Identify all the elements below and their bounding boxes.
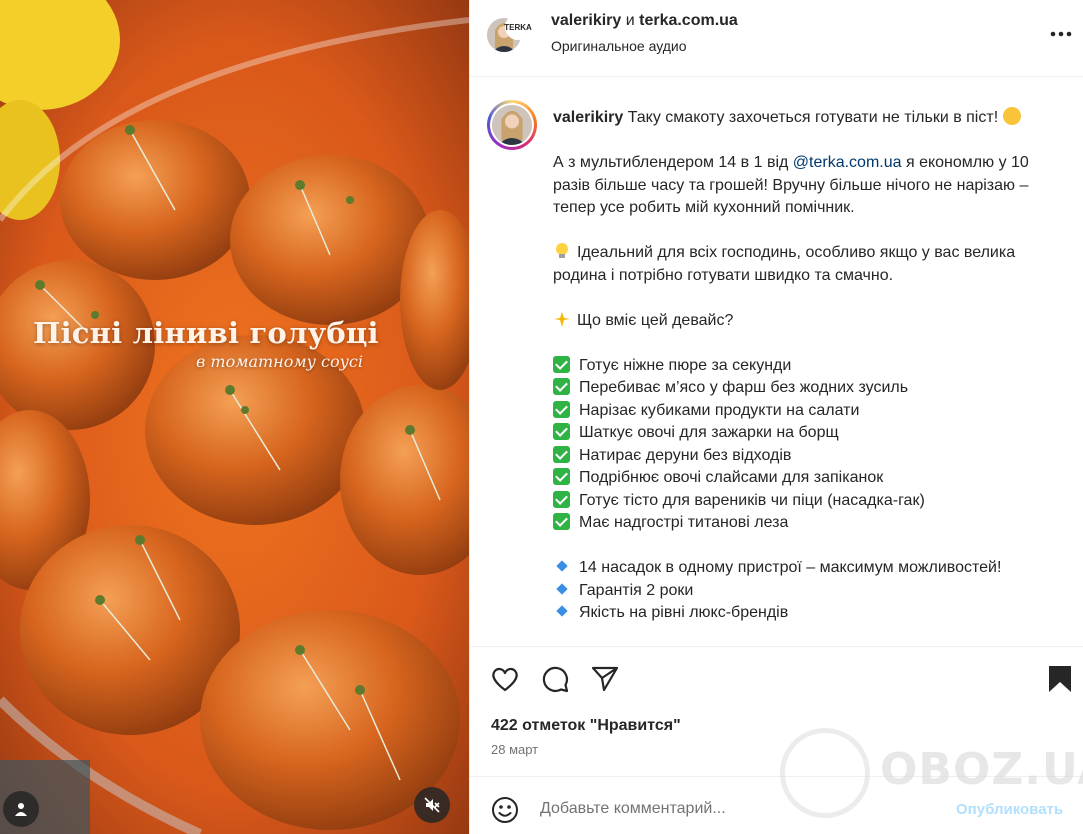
check-mark-icon (553, 355, 570, 373)
user-icon (15, 803, 27, 816)
check-list-item: Перебиває м’ясо у фарш без жодних зусиль (553, 377, 1058, 400)
caption-para2: Ідеальний для всіх господинь, особливо я… (553, 244, 1016, 284)
caption-para3: Що вміє цей девайс? (577, 311, 734, 329)
comment-button[interactable] (539, 663, 571, 695)
bookmark-icon (1049, 666, 1071, 692)
portrait-icon (492, 105, 532, 145)
caption-text: valerikiry Таку смакоту захочеться готув… (553, 107, 1058, 625)
bullet-list-item: Якість на рівні люкс-брендів (553, 602, 1058, 625)
authors-conjunction: и (621, 12, 640, 29)
check-list-item: Готує ніжне пюре за секунди (553, 355, 1058, 378)
check-list-item: Натирає деруни без відходів (553, 445, 1058, 468)
post-details-panel: TERKA valerikiry и terka.com.ua Оригинал… (469, 0, 1083, 834)
smiley-icon (492, 797, 518, 823)
caption-intro: Таку смакоту захочеться готувати не тіль… (623, 109, 1003, 126)
check-list-item: Готує тісто для вареників чи піци (насад… (553, 490, 1058, 513)
coauthor-link[interactable]: terka.com.ua (639, 12, 738, 29)
winking-face-emoji-icon (1002, 107, 1021, 125)
check-mark-icon (553, 445, 570, 463)
bullet-list-item: 14 насадок в одному пристрої – максимум … (553, 557, 1058, 580)
author-link[interactable]: valerikiry (551, 12, 621, 29)
caption-area: valerikiry Таку смакоту захочеться готув… (470, 77, 1083, 646)
check-list-item: Подрібнює овочі слайсами для запіканок (553, 467, 1058, 490)
comment-input[interactable] (540, 797, 940, 821)
coauthor-avatar[interactable]: TERKA (504, 14, 532, 40)
lightbulb-emoji-icon (553, 242, 571, 260)
share-button[interactable] (589, 663, 621, 695)
check-mark-icon (553, 423, 570, 440)
check-mark-icon (553, 513, 570, 530)
check-mark-icon (553, 490, 570, 508)
check-list-item: Нарізає кубиками продукти на салати (553, 400, 1058, 423)
blue-diamond-icon (556, 560, 568, 572)
emoji-picker-button[interactable] (490, 795, 520, 825)
overlay-title: Пісні ліниві голубці (33, 316, 379, 350)
tagged-users-button[interactable] (3, 791, 39, 827)
post-date[interactable]: 28 март (491, 742, 538, 757)
bullet-list-item: Гарантія 2 роки (553, 580, 1058, 603)
speech-bubble-icon (542, 666, 569, 693)
more-options-button[interactable] (1048, 22, 1074, 46)
mention-link[interactable]: @terka.com.ua (793, 154, 902, 171)
save-button[interactable] (1044, 663, 1076, 695)
post-actions: 422 отметок "Нравится" 28 март (470, 646, 1083, 776)
check-mark-icon (553, 468, 570, 485)
more-horizontal-icon (1050, 31, 1072, 37)
likes-count[interactable]: 422 отметок "Нравится" (491, 717, 681, 735)
blue-diamond-icon (556, 582, 568, 595)
publish-button[interactable]: Опубликовать (956, 801, 1063, 818)
check-list-item: Шаткує овочі для зажарки на борщ (553, 422, 1058, 445)
heart-icon (492, 667, 518, 692)
food-photo (0, 0, 469, 834)
post-media[interactable]: Пісні ліниві голубці в томатному соусі (0, 0, 469, 834)
overlay-subtitle: в томатному соусі (196, 352, 363, 371)
caption-avatar[interactable] (487, 100, 537, 150)
check-mark-icon (553, 400, 570, 418)
sparkles-emoji-icon (553, 310, 571, 328)
caption-username[interactable]: valerikiry (553, 109, 623, 126)
speaker-muted-icon (424, 797, 440, 813)
comment-bar: Опубликовать (470, 776, 1083, 834)
caption-para1-start: А з мультиблендером 14 в 1 від (553, 154, 793, 171)
mute-button[interactable] (414, 787, 450, 823)
like-button[interactable] (489, 663, 521, 695)
post-authors: valerikiry и terka.com.ua (551, 12, 738, 30)
blue-diamond-icon (556, 605, 568, 617)
check-mark-icon (553, 378, 570, 395)
paper-plane-icon (591, 666, 619, 692)
post-header: TERKA valerikiry и terka.com.ua Оригинал… (470, 0, 1083, 77)
audio-link[interactable]: Оригинальное аудио (551, 38, 687, 54)
check-list-item: Має надгострі титанові леза (553, 512, 1058, 535)
